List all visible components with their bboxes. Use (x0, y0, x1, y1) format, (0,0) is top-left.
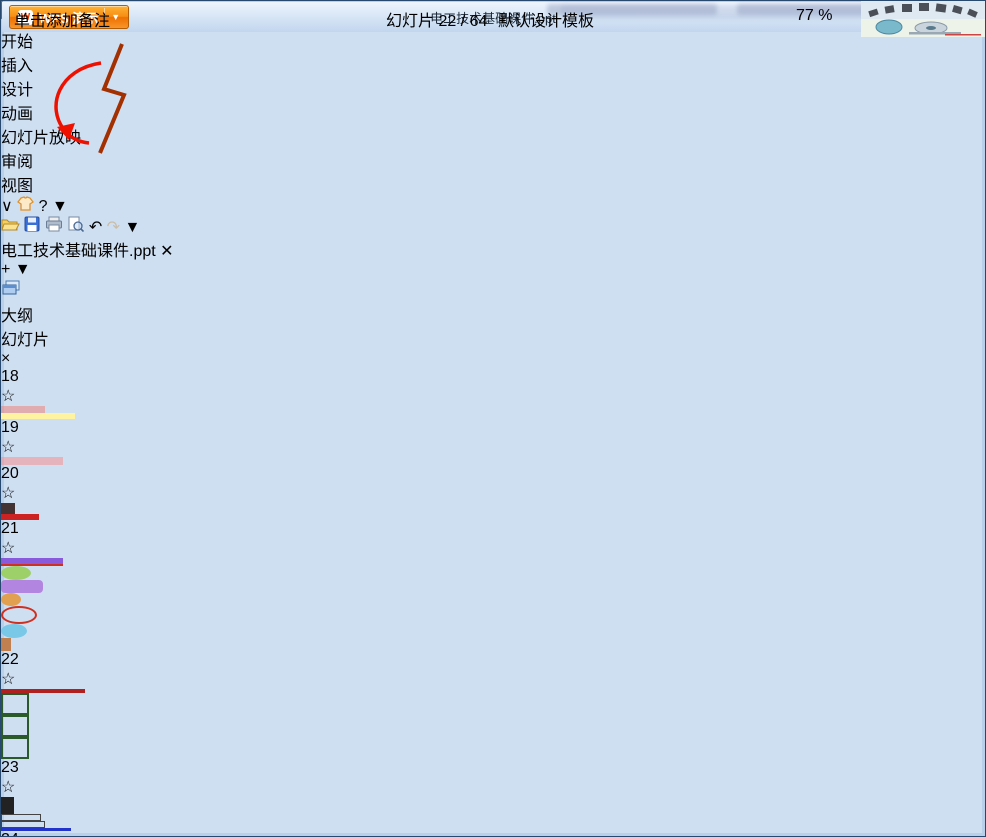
print-icon[interactable] (45, 216, 67, 236)
chevron-down-icon[interactable]: ▼ (52, 198, 68, 215)
animation-star-icon[interactable]: ☆ (1, 437, 985, 457)
slide-number: 20 (1, 465, 19, 482)
redo-icon[interactable]: ↷ (107, 219, 120, 236)
decor (1, 606, 37, 624)
save-icon[interactable] (24, 216, 44, 236)
thumbnail-row-23: 23 ☆ (1, 759, 985, 831)
thumbnail-row-21: 21 ☆ (1, 520, 985, 651)
template-name[interactable]: 默认设计模板 (498, 7, 594, 31)
help-icon[interactable]: ? (39, 198, 48, 215)
decor (1, 737, 29, 759)
decor (1, 558, 63, 566)
slide-panel: 大纲 幻灯片 × 18 ☆ 19 ☆ 20 ☆ 21 ☆ 22 ☆ 23 ☆ (1, 302, 985, 836)
electronics-collage-image (861, 1, 985, 37)
decor (1, 814, 41, 821)
decor (1, 457, 63, 465)
chevron-down-icon: ▼ (14, 261, 31, 278)
quick-toolbar: ↶ ↷ ▼ 电工技术基础课件.ppt ✕ + ▼ (1, 216, 985, 302)
slide-thumbnail[interactable] (1, 406, 985, 419)
open-file-icon[interactable] (1, 219, 24, 236)
thumbnail-row-18: 18 ☆ (1, 368, 985, 419)
toolbar-options-icon[interactable]: ▼ (125, 219, 141, 236)
decor (1, 693, 29, 715)
print-preview-icon[interactable] (67, 216, 88, 236)
slide-number: 23 (1, 759, 19, 776)
thumbnail-list: 18 ☆ 19 ☆ 20 ☆ 21 ☆ 22 ☆ 23 ☆ (1, 368, 985, 836)
decor (1, 624, 27, 638)
decor (1, 715, 29, 737)
document-tab[interactable]: 电工技术基础课件.ppt ✕ (1, 237, 985, 261)
decor (1, 406, 45, 413)
close-panel-icon[interactable]: × (1, 350, 985, 368)
decor (1, 797, 14, 814)
close-tab-icon[interactable]: ✕ (160, 243, 173, 260)
animation-star-icon[interactable]: ☆ (1, 386, 985, 406)
wps-presentation-window: W WPS 演示 ▼ 电工技术基础课件.ppt ▬ ▢ ✕ 开始 插入 设计 动… (0, 0, 986, 837)
thumbnail-row-19: 19 ☆ (1, 419, 985, 465)
tab-outline[interactable]: 大纲 (1, 302, 985, 326)
arrange-windows-icon[interactable] (1, 280, 21, 301)
background-ghost (561, 5, 891, 19)
thumbnail-row-20: 20 ☆ (1, 465, 985, 520)
thumbnail-row-22-selected[interactable]: 22 ☆ (1, 651, 985, 759)
thumbnail-row-24: 24 (1, 831, 985, 836)
slide-thumbnail[interactable] (1, 558, 985, 651)
slide-number: 21 (1, 520, 19, 537)
decor (1, 638, 11, 651)
collapse-ribbon-icon[interactable]: ∨ (1, 198, 13, 215)
animation-star-icon[interactable]: ☆ (1, 483, 985, 503)
animation-star-icon[interactable]: ☆ (1, 669, 985, 689)
decor (1, 821, 45, 828)
slide-number: 19 (1, 419, 19, 436)
decor (1, 593, 21, 606)
slide-thumbnail[interactable] (1, 797, 985, 831)
tab-slides[interactable]: 幻灯片 (1, 326, 985, 350)
skin-tshirt-icon[interactable] (17, 196, 35, 211)
notes-placeholder[interactable]: 单击添加备注 (14, 7, 110, 31)
decor (1, 503, 15, 514)
slide-thumbnail[interactable] (1, 457, 985, 465)
zoom-level: 77 % (796, 7, 833, 24)
slide-thumbnail[interactable] (1, 503, 985, 520)
slide-thumbnail[interactable] (1, 689, 985, 759)
menu-view[interactable]: 视图 (1, 172, 985, 196)
slide-number: 18 (1, 368, 19, 385)
undo-icon[interactable]: ↶ (89, 219, 102, 236)
decor (1, 580, 43, 593)
decor (1, 566, 31, 580)
slide-counter: 幻灯片 22 / 64 (386, 13, 488, 30)
animation-star-icon[interactable]: ☆ (1, 538, 985, 558)
new-tab-button[interactable]: + ▼ (1, 261, 985, 279)
new-tab-plus: + (1, 261, 11, 278)
document-tab-label: 电工技术基础课件.ppt (1, 243, 156, 260)
slide-number: 24 (1, 831, 985, 836)
animation-star-icon[interactable]: ☆ (1, 777, 985, 797)
slide-number: 22 (1, 651, 19, 668)
